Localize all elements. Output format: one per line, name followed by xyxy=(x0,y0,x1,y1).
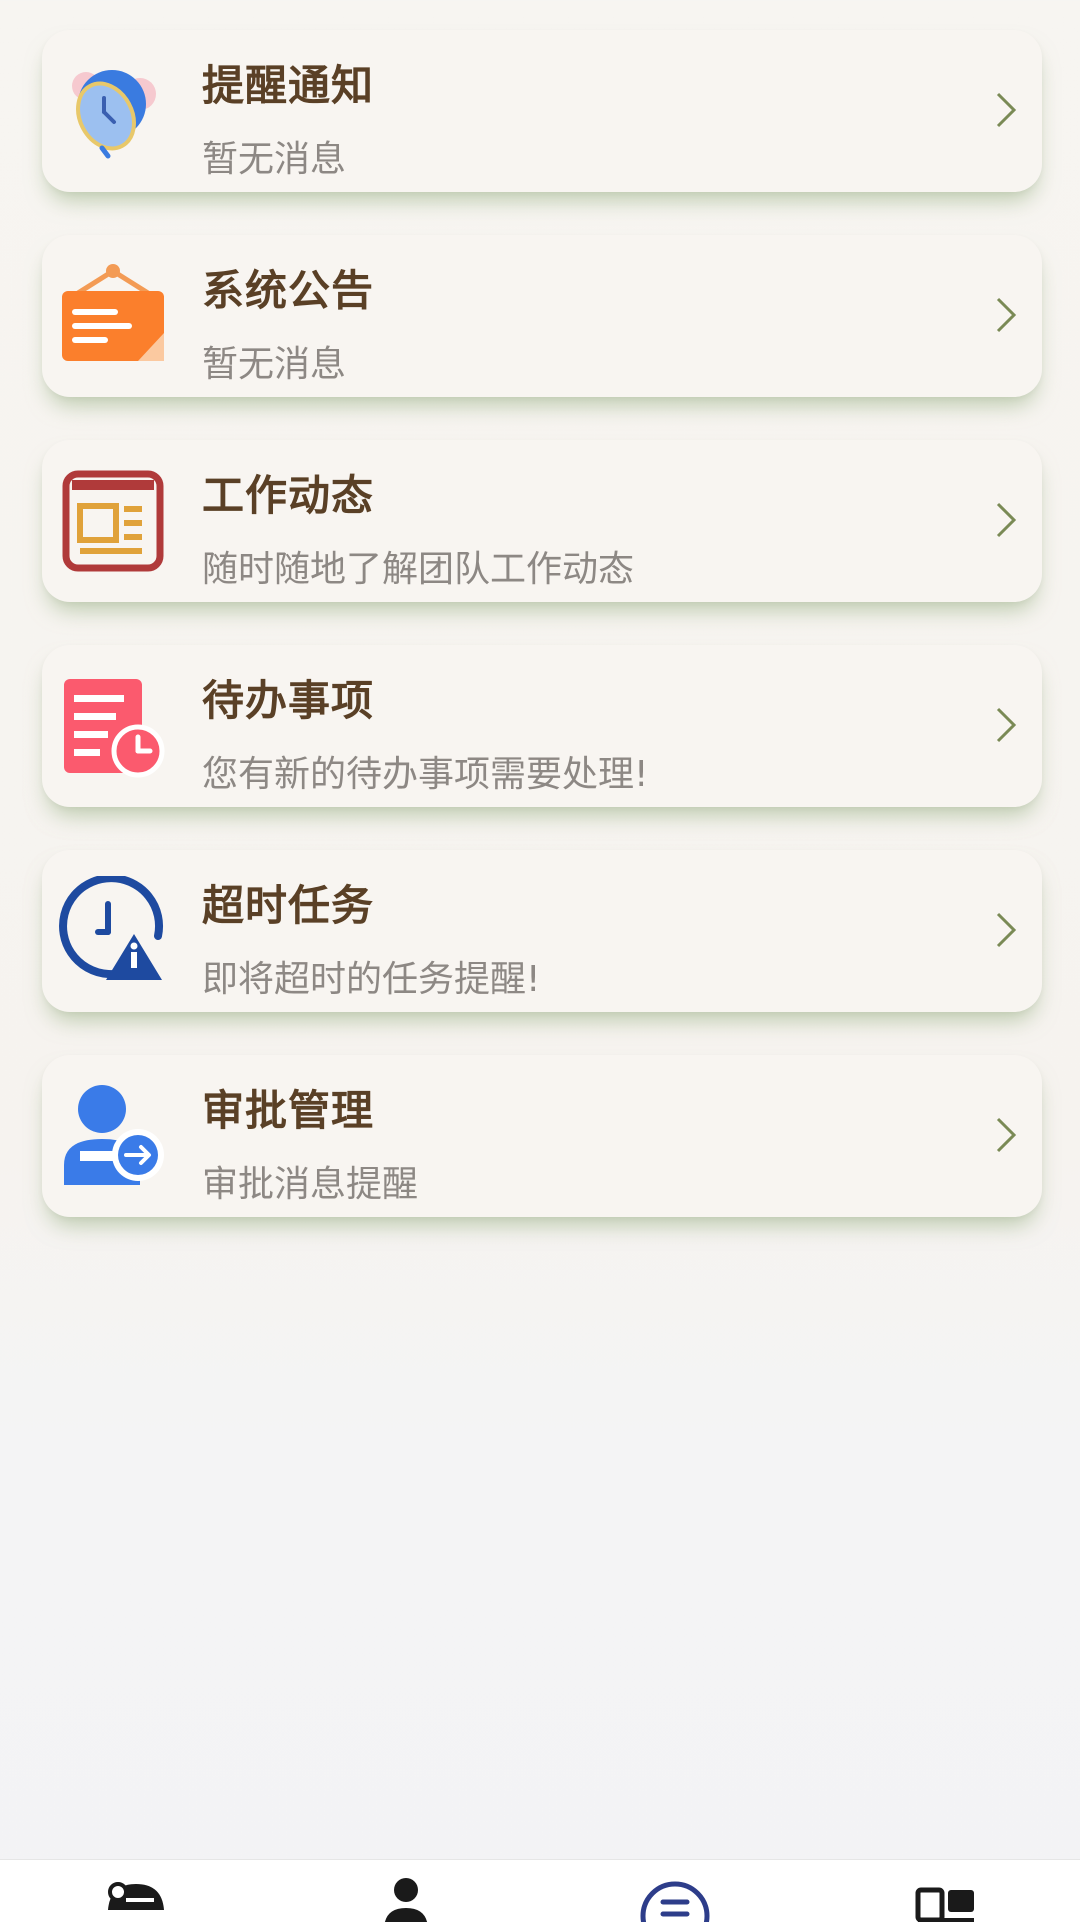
clock-warning-icon xyxy=(58,876,168,986)
todo-list-icon xyxy=(58,671,168,781)
card-title: 提醒通知 xyxy=(202,61,375,110)
list-item-work-activity[interactable]: 工作动态 随时随地了解团队工作动态 xyxy=(42,440,1042,602)
tab-home[interactable] xyxy=(96,1870,176,1922)
grid-icon xyxy=(915,1887,974,1922)
card-title: 审批管理 xyxy=(202,1086,375,1135)
bottom-tab-bar xyxy=(0,1859,1080,1922)
card-subtitle: 您有新的待办事项需要处理! xyxy=(202,754,649,795)
card-subtitle: 审批消息提醒 xyxy=(202,1164,419,1205)
tab-profile[interactable] xyxy=(366,1870,446,1922)
card-title: 待办事项 xyxy=(202,676,375,725)
card-title: 工作动态 xyxy=(202,471,375,520)
card-subtitle: 即将超时的任务提醒! xyxy=(202,959,541,1000)
list-item-overdue[interactable]: 超时任务 即将超时的任务提醒! xyxy=(42,850,1042,1012)
signboard-icon xyxy=(58,261,168,371)
chevron-right-icon xyxy=(990,1113,1020,1157)
chevron-right-icon xyxy=(990,498,1020,542)
chevron-right-icon xyxy=(990,908,1020,952)
card-title: 系统公告 xyxy=(202,266,375,315)
list-item-announcement[interactable]: 系统公告 暂无消息 xyxy=(42,235,1042,397)
list-item-reminder[interactable]: 提醒通知 暂无消息 xyxy=(42,30,1042,192)
card-subtitle: 暂无消息 xyxy=(202,139,347,180)
card-title: 超时任务 xyxy=(202,881,375,930)
list-item-approval[interactable]: 审批管理 审批消息提醒 xyxy=(42,1055,1042,1217)
approval-user-icon xyxy=(58,1081,168,1191)
chevron-right-icon xyxy=(990,88,1020,132)
tab-messages[interactable] xyxy=(635,1870,715,1922)
user-icon xyxy=(385,1878,427,1922)
alarm-clock-icon xyxy=(58,56,168,166)
card-subtitle: 随时随地了解团队工作动态 xyxy=(202,549,635,590)
tab-apps[interactable] xyxy=(906,1870,986,1922)
card-subtitle: 暂无消息 xyxy=(202,344,347,385)
home-icon xyxy=(108,1882,164,1910)
chevron-right-icon xyxy=(990,293,1020,337)
message-icon xyxy=(640,1881,710,1922)
news-icon xyxy=(58,466,168,576)
chevron-right-icon xyxy=(990,703,1020,747)
list-item-todo[interactable]: 待办事项 您有新的待办事项需要处理! xyxy=(42,645,1042,807)
